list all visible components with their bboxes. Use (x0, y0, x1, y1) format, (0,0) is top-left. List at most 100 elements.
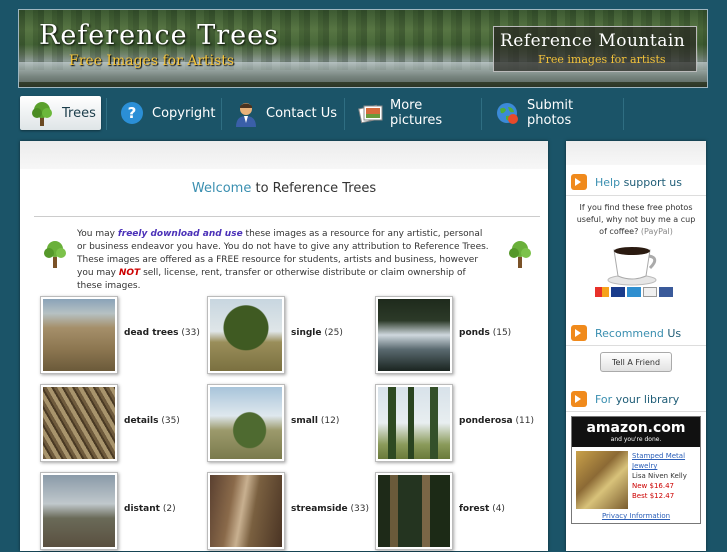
gallery-item-ponderosa[interactable]: ponderosa (11) (375, 384, 535, 464)
page-title: Welcome to Reference Trees (20, 181, 548, 196)
book-cover-image[interactable] (576, 451, 628, 509)
thumbnail[interactable] (40, 296, 118, 374)
amazon-header[interactable]: amazon.com and you're done. (572, 417, 700, 447)
heading-part: support us (623, 175, 683, 189)
site-title[interactable]: Reference Trees (39, 20, 279, 51)
main-header-strip (20, 141, 548, 169)
nav-divider (481, 98, 482, 130)
gallery-count: (4) (492, 504, 505, 514)
heading-part: Us (667, 326, 682, 340)
gallery-item-streamside[interactable]: streamside (33) (207, 472, 369, 552)
amex-icon (627, 287, 641, 297)
thumbnail-image (378, 475, 450, 547)
payment-cards (595, 287, 675, 299)
thumbnail[interactable] (375, 472, 453, 550)
gallery-count: (15) (492, 328, 512, 338)
divider (566, 345, 706, 346)
divider (34, 216, 540, 217)
amazon-product-info: Stamped Metal Jewelry Lisa Niven Kelly N… (632, 451, 696, 501)
welcome-rest: to Reference Trees (251, 181, 377, 196)
nav-trees[interactable]: Trees (20, 96, 101, 130)
nav-divider (106, 98, 107, 130)
gallery-item-dead-trees[interactable]: dead trees (33) (40, 296, 200, 376)
donate-message: If you find these free photos useful, wh… (576, 203, 696, 236)
reference-mountain-link[interactable]: Reference Mountain Free images for artis… (493, 26, 697, 72)
thumbnail[interactable] (40, 472, 118, 550)
thumbnail-image (43, 299, 115, 371)
site-subtitle: Free Images for Artists (69, 53, 235, 69)
paypal-label: (PayPal) (640, 227, 673, 236)
globe-icon (495, 101, 519, 125)
sidebar: Help support us If you find these free p… (566, 141, 706, 551)
gallery-count: (11) (515, 416, 534, 426)
thumbnail-image (378, 299, 450, 371)
arrow-right-icon (571, 174, 587, 190)
amazon-logo: amazon.com (586, 420, 686, 436)
nav-copyright[interactable]: ? Copyright (110, 96, 220, 130)
thumbnail[interactable] (207, 472, 285, 550)
intro-emphasis: freely download and use (117, 229, 243, 239)
nav-copyright-label: Copyright (152, 105, 216, 121)
price-best: Best $12.47 (632, 492, 675, 500)
gallery-item-distant[interactable]: distant (2) (40, 472, 200, 552)
nav-divider (221, 98, 222, 130)
gallery-label[interactable]: small (12) (291, 416, 339, 426)
gallery-item-forest[interactable]: forest (4) (375, 472, 535, 552)
gallery-name: small (291, 416, 318, 426)
gallery-item-ponds[interactable]: ponds (15) (375, 296, 535, 376)
product-link[interactable]: Stamped Metal Jewelry (632, 451, 696, 471)
amazon-widget[interactable]: amazon.com and you're done. Stamped Meta… (571, 416, 701, 524)
product-author: Lisa Niven Kelly (632, 472, 687, 480)
gallery-label[interactable]: forest (4) (459, 504, 505, 514)
nav-contact-label: Contact Us (266, 105, 337, 121)
gallery-label[interactable]: ponds (15) (459, 328, 511, 338)
sidebar-header-strip (566, 141, 706, 165)
thumbnail[interactable] (207, 296, 285, 374)
tell-a-friend-button[interactable]: Tell A Friend (600, 352, 672, 372)
amazon-tagline: and you're done. (610, 436, 662, 443)
gallery-count: (2) (162, 504, 176, 514)
photos-icon (358, 101, 383, 125)
thumbnail[interactable] (375, 384, 453, 462)
thumbnail[interactable] (375, 296, 453, 374)
help-support-heading: Help support us (571, 173, 682, 191)
gallery-name: details (124, 416, 159, 426)
gallery-name: single (291, 328, 322, 338)
privacy-link[interactable]: Privacy Information (572, 512, 700, 520)
thumbnail[interactable] (40, 384, 118, 462)
tree-icon (42, 239, 68, 269)
gallery-count: (33) (350, 504, 370, 514)
gallery-label[interactable]: dead trees (33) (124, 328, 200, 338)
gallery-label[interactable]: ponderosa (11) (459, 416, 534, 426)
recommend-heading: Recommend Us (571, 324, 681, 342)
nav-more-pictures[interactable]: More pictures (348, 96, 478, 130)
svg-text:?: ? (128, 104, 137, 122)
nav-submit-photos[interactable]: Submit photos (485, 96, 621, 130)
divider (566, 411, 706, 412)
gallery-item-single[interactable]: single (25) (207, 296, 367, 376)
gallery-label[interactable]: streamside (33) (291, 504, 369, 514)
thumbnail[interactable] (207, 384, 285, 462)
thumbnail-image (43, 475, 115, 547)
gallery-label[interactable]: details (35) (124, 416, 180, 426)
coffee-cup-icon[interactable] (606, 242, 662, 286)
intro-not: NOT (118, 268, 141, 278)
tree-icon (507, 239, 533, 269)
welcome-word: Welcome (191, 181, 252, 196)
thumbnail-image (210, 475, 282, 547)
person-icon (234, 101, 258, 127)
intro-part: You may (77, 229, 118, 239)
gallery-item-small[interactable]: small (12) (207, 384, 367, 464)
gallery-count: (33) (181, 328, 200, 338)
thumbnail-image (210, 387, 282, 459)
gallery-label[interactable]: single (25) (291, 328, 343, 338)
nav-contact[interactable]: Contact Us (224, 96, 342, 130)
gallery-label[interactable]: distant (2) (124, 504, 176, 514)
visa-icon (611, 287, 625, 297)
mastercard-icon (595, 287, 609, 297)
tree-icon (30, 101, 54, 126)
heading-part: Recommend (595, 326, 664, 340)
heading-part: For (595, 392, 613, 406)
bank-icon (659, 287, 673, 297)
gallery-item-details[interactable]: details (35) (40, 384, 200, 464)
